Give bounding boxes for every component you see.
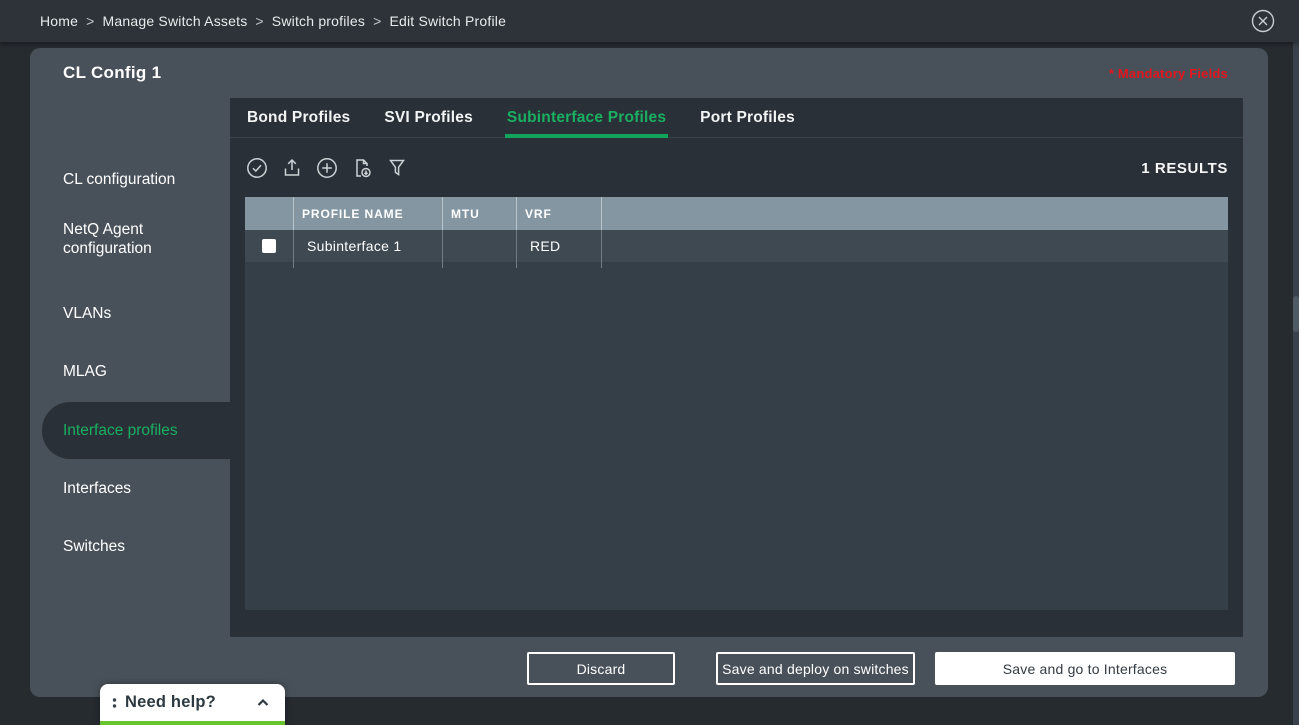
subinterface-profiles-table: PROFILE NAME MTU VRF Subinterface 1 RED: [245, 197, 1228, 610]
sidebar-item-vlans[interactable]: VLANs: [63, 304, 223, 323]
tab-bond-profiles[interactable]: Bond Profiles: [245, 98, 352, 138]
discard-button[interactable]: Discard: [527, 652, 675, 685]
breadcrumb-separator: >: [255, 13, 263, 29]
save-and-deploy-button[interactable]: Save and deploy on switches: [716, 652, 915, 685]
header-vrf[interactable]: VRF: [517, 197, 602, 230]
breadcrumb-separator: >: [373, 13, 381, 29]
export-file-icon[interactable]: [350, 156, 374, 180]
column-divider-stub: [245, 262, 1228, 268]
header-spacer: [602, 197, 1228, 230]
table-row[interactable]: Subinterface 1 RED: [245, 230, 1228, 262]
need-help-widget[interactable]: Need help?: [100, 684, 285, 725]
select-all-icon[interactable]: [245, 156, 269, 180]
header-profile-name[interactable]: PROFILE NAME: [294, 197, 443, 230]
upload-icon[interactable]: [280, 156, 304, 180]
help-accent-bar: [100, 721, 285, 725]
sidebar-item-cl-configuration[interactable]: CL configuration: [63, 170, 223, 189]
top-bar: Home > Manage Switch Assets > Switch pro…: [0, 0, 1299, 42]
breadcrumb-manage-switch-assets[interactable]: Manage Switch Assets: [103, 13, 248, 29]
results-count: 1 RESULTS: [1141, 160, 1228, 177]
mandatory-fields-note: * Mandatory Fields: [1109, 66, 1228, 81]
interface-profiles-content: Bond Profiles SVI Profiles Subinterface …: [230, 98, 1243, 637]
breadcrumb: Home > Manage Switch Assets > Switch pro…: [40, 13, 506, 29]
cell-mtu: [443, 230, 517, 262]
breadcrumb-separator: >: [86, 13, 94, 29]
scrollbar-thumb[interactable]: [1293, 296, 1299, 332]
table-toolbar: 1 RESULTS: [230, 139, 1243, 197]
filter-icon[interactable]: [385, 156, 409, 180]
breadcrumb-edit-switch-profile: Edit Switch Profile: [389, 13, 506, 29]
page-scrollbar[interactable]: [1293, 42, 1299, 725]
breadcrumb-switch-profiles[interactable]: Switch profiles: [272, 13, 365, 29]
add-icon[interactable]: [315, 156, 339, 180]
need-help-label: Need help?: [125, 693, 216, 712]
close-icon[interactable]: [1251, 9, 1275, 33]
cell-vrf: RED: [517, 230, 602, 262]
table-header-row: PROFILE NAME MTU VRF: [245, 197, 1228, 230]
tab-svi-profiles[interactable]: SVI Profiles: [382, 98, 475, 138]
tab-subinterface-profiles[interactable]: Subinterface Profiles: [505, 98, 668, 138]
page-title: CL Config 1: [63, 63, 161, 83]
row-checkbox[interactable]: [262, 239, 276, 253]
breadcrumb-home[interactable]: Home: [40, 13, 78, 29]
sidebar-item-netq-agent-configuration[interactable]: NetQ Agent configuration: [63, 220, 203, 258]
sidebar-item-interface-profiles[interactable]: Interface profiles: [63, 421, 223, 440]
tab-port-profiles[interactable]: Port Profiles: [698, 98, 797, 138]
header-checkbox-column: [245, 197, 294, 230]
drag-dots-icon: [112, 695, 117, 711]
profile-tabs: Bond Profiles SVI Profiles Subinterface …: [230, 98, 1243, 138]
sidebar-item-mlag[interactable]: MLAG: [63, 362, 223, 381]
sidebar-item-interfaces[interactable]: Interfaces: [63, 479, 223, 498]
row-checkbox-cell: [245, 230, 294, 262]
cell-spacer: [602, 230, 1228, 262]
sidebar-item-switches[interactable]: Switches: [63, 537, 223, 556]
cell-profile-name: Subinterface 1: [294, 230, 443, 262]
chevron-up-icon[interactable]: [255, 695, 271, 711]
save-and-go-to-interfaces-button[interactable]: Save and go to Interfaces: [935, 652, 1235, 685]
edit-switch-profile-panel: CL Config 1 * Mandatory Fields CL config…: [30, 48, 1268, 697]
header-mtu[interactable]: MTU: [443, 197, 517, 230]
